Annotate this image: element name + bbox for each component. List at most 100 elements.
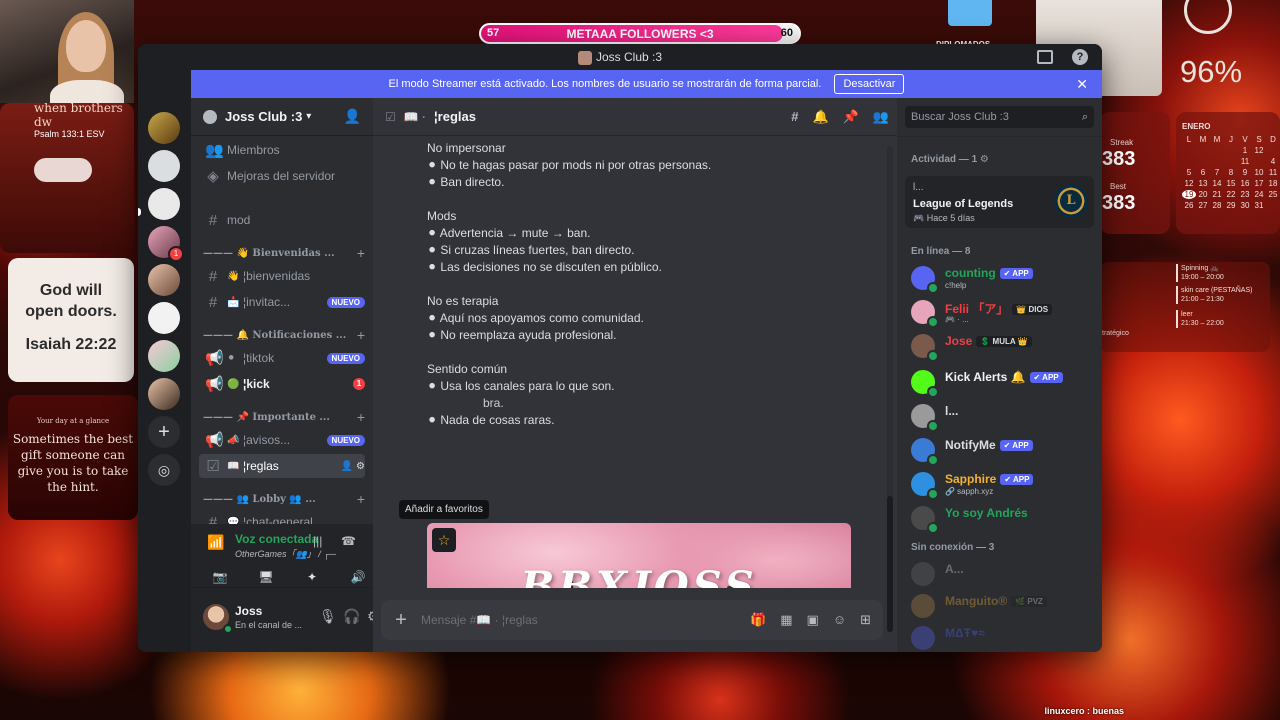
member-item[interactable]: Yo soy Andrés xyxy=(911,502,1094,534)
emoji-icon[interactable]: ☺ xyxy=(833,612,846,628)
headphones-icon[interactable]: 🎧 xyxy=(343,608,360,625)
member-item[interactable]: MΔŦ♥≈ xyxy=(911,622,1094,652)
calendar-day: 29 xyxy=(1226,201,1236,210)
message-composer: + 🎁 ▦ ▣ ☺ ⊞ xyxy=(381,600,883,640)
search-input[interactable]: Buscar Joss Club :3 ⌕ xyxy=(905,106,1094,128)
calendar-day: 10 xyxy=(1254,168,1264,177)
activity-header: Actividad — 1 ⚙ xyxy=(911,154,989,165)
noise-suppression-icon[interactable]: ||| xyxy=(313,534,322,548)
member-item[interactable]: NotifyMe ✔ APP xyxy=(911,434,1094,466)
psalm-widget: when brothers dw Psalm 133:1 ESV xyxy=(0,103,134,253)
channel-avisos[interactable]: 📢 📣 ¦avisos... NUEVO xyxy=(199,428,365,452)
server-icon-avatar[interactable] xyxy=(148,378,180,410)
members-link[interactable]: 👥 Miembros xyxy=(199,138,365,162)
online-status-dot xyxy=(927,350,939,362)
message-line: Sentido común xyxy=(427,362,508,376)
member-item[interactable]: counting ✔ APP c!help xyxy=(911,262,1094,294)
category-notificaciones[interactable]: ——— 🔔 Notificaciones ... + xyxy=(203,326,365,344)
server-icon-lmk[interactable] xyxy=(148,112,180,144)
channel-bienvenidas[interactable]: # 👋 ¦bienvenidas xyxy=(199,264,365,288)
member-item[interactable]: Kick Alerts 🔔 ✔ APP xyxy=(911,366,1094,398)
folder-icon[interactable] xyxy=(948,0,992,26)
chat-header: ☑ 📖 · ¦reglas # 🔔 📌 👥 xyxy=(373,98,897,136)
server-boosts-link[interactable]: ◈ Mejoras del servidor xyxy=(199,164,365,188)
microphone-icon[interactable]: 🎙 xyxy=(319,608,337,625)
username: Joss xyxy=(235,604,263,618)
disconnect-icon[interactable]: ☎ xyxy=(341,534,356,548)
add-server-icon[interactable]: + xyxy=(148,416,180,448)
channel-reglas[interactable]: ☑ 📖 ¦reglas 👤 ⚙ xyxy=(199,454,365,478)
gif-icon[interactable]: ▦ xyxy=(780,612,792,628)
add-channel-icon[interactable]: + xyxy=(357,409,365,425)
help-icon[interactable]: ? xyxy=(1072,49,1088,65)
title-bar: Joss Club :3 ? xyxy=(138,44,1102,70)
server-selected-indicator xyxy=(138,208,141,216)
member-item[interactable]: Felii 「ア」 👑 DIOS 🎮 · ... xyxy=(911,296,1094,328)
message-line: ⚫ Nada de cosas raras. xyxy=(427,413,555,427)
signal-icon: 📶 xyxy=(207,534,225,550)
apps-icon[interactable]: ⊞ xyxy=(860,612,871,628)
calendar-day: D xyxy=(1270,135,1276,144)
calendar-day: 17 xyxy=(1254,179,1264,188)
close-banner-icon[interactable]: ✕ xyxy=(1076,70,1088,98)
channel-tiktok[interactable]: 📢 ⚫ ¦tiktok NUEVO xyxy=(199,346,365,370)
disable-streamer-button[interactable]: Desactivar xyxy=(834,74,905,94)
member-name: Jose 💲 MULA 👑 xyxy=(945,334,1032,348)
message-line-partial: bra. xyxy=(483,396,504,410)
member-item[interactable]: l... xyxy=(911,400,1094,432)
member-item[interactable]: Manguito® 🌿 PVZ xyxy=(911,590,1094,622)
server-icon-flowers[interactable] xyxy=(148,340,180,372)
search-icon: ⌕ xyxy=(1081,111,1088,123)
threads-icon[interactable]: # xyxy=(791,109,798,125)
channel-invitaciones[interactable]: # 📩 ¦invitac... NUEVO xyxy=(199,290,365,314)
category-bienvenidas[interactable]: ——— 👋 Bienvenidas ... + xyxy=(203,244,365,262)
server-icon-person[interactable] xyxy=(148,264,180,296)
notification-bell-icon[interactable]: 🔔 xyxy=(812,109,828,125)
pin-icon[interactable]: 📌 xyxy=(843,109,859,125)
calendar-day: J xyxy=(1229,135,1233,144)
favorite-star-icon[interactable]: ☆ xyxy=(432,528,456,552)
channel-mod[interactable]: # mod xyxy=(199,208,365,232)
message-input[interactable] xyxy=(421,613,751,627)
camera-off-icon[interactable]: 📷 xyxy=(203,568,237,586)
calendar-day: 31 xyxy=(1254,201,1264,210)
voice-status[interactable]: Voz conectada xyxy=(235,532,318,546)
sticker-icon[interactable]: ▣ xyxy=(807,612,819,628)
channel-chat-general[interactable]: # 💬 ¦chat-general xyxy=(199,510,365,525)
category-importante[interactable]: ——— 📌 Importante ... + xyxy=(203,408,365,426)
invite-icon[interactable]: 👤 xyxy=(344,108,361,125)
soundboard-icon[interactable]: 🔊 xyxy=(341,568,375,586)
banner-image[interactable]: BBXJOSS xyxy=(427,523,851,588)
megaphone-icon: 📢 xyxy=(205,350,224,367)
channel-settings-icon[interactable]: 👤 ⚙ xyxy=(341,461,365,472)
add-channel-icon[interactable]: + xyxy=(357,245,365,261)
window-title: Joss Club :3 xyxy=(138,50,1102,65)
avatar xyxy=(911,626,935,650)
channel-kick[interactable]: 📢 🟢 ¦kick 1 xyxy=(199,372,365,396)
category-lobby[interactable]: ——— 👥 Lobby 👥 ... + xyxy=(203,490,365,508)
app-badge: ✔ APP xyxy=(999,440,1033,451)
message-line: No es terapia xyxy=(427,294,499,308)
member-list-icon[interactable]: 👥 xyxy=(873,109,889,125)
activities-icon[interactable]: ✦ xyxy=(295,568,329,586)
discover-icon[interactable]: ◎ xyxy=(148,454,180,486)
member-item[interactable]: A... xyxy=(911,558,1094,590)
add-channel-icon[interactable]: + xyxy=(357,491,365,507)
activity-time: 🎮 Hace 5 días xyxy=(913,213,975,223)
attach-plus-icon[interactable]: + xyxy=(381,609,421,632)
inbox-icon[interactable] xyxy=(1037,50,1053,64)
activity-card[interactable]: l... League of Legends 🎮 Hace 5 días L xyxy=(905,176,1094,228)
member-item[interactable]: Sapphire ✔ APP 🔗 sapph.xyz xyxy=(911,468,1094,500)
add-channel-icon[interactable]: + xyxy=(357,327,365,343)
server-icon-silhouette[interactable] xyxy=(148,150,180,182)
guild-header[interactable]: Joss Club :3 ▾ 👤 xyxy=(191,98,373,136)
member-item[interactable]: Jose 💲 MULA 👑 xyxy=(911,330,1094,362)
gift-icon[interactable]: 🎁 xyxy=(750,612,766,628)
scrollbar-thumb[interactable] xyxy=(887,496,893,632)
screen-share-icon[interactable]: 🖥 xyxy=(249,568,283,586)
calendar-day xyxy=(1266,146,1280,155)
member-status: 🎮 · ... xyxy=(945,315,969,324)
server-icon-emblem[interactable] xyxy=(148,188,180,220)
calendar-day: 22 xyxy=(1226,190,1236,199)
server-icon-panda[interactable] xyxy=(148,302,180,334)
